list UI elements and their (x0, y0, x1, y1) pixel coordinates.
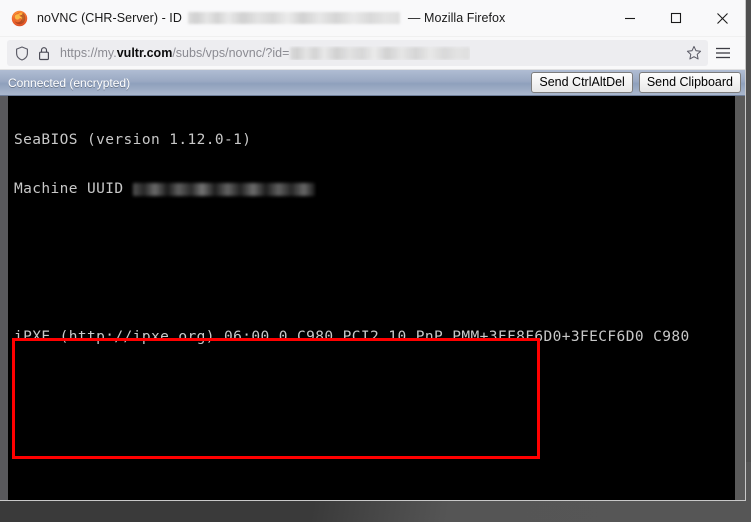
vnc-left-gutter (0, 96, 8, 500)
machine-uuid-redacted (132, 182, 315, 196)
url-scheme: https://my. (60, 46, 117, 60)
send-clipboard-button[interactable]: Send Clipboard (638, 72, 741, 93)
window-title-prefix: noVNC (CHR-Server) - ID (37, 11, 182, 25)
star-icon[interactable] (678, 45, 702, 61)
url-path: /subs/vps/novnc/?id= (172, 46, 290, 60)
url-redacted-id (290, 46, 471, 60)
novnc-toolbar: Connected (encrypted) Send CtrlAltDel Se… (0, 70, 745, 96)
window-titlebar: noVNC (CHR-Server) - ID — Mozilla Firefo… (0, 0, 745, 37)
window-title: noVNC (CHR-Server) - ID — Mozilla Firefo… (37, 11, 505, 25)
terminal-line-text: Machine UUID (14, 181, 133, 198)
window-controls (607, 0, 745, 36)
close-button[interactable] (699, 0, 745, 36)
connection-status: Connected (encrypted) (8, 75, 131, 90)
firefox-window: noVNC (CHR-Server) - ID — Mozilla Firefo… (0, 0, 745, 500)
minimize-button[interactable] (607, 0, 653, 36)
window-title-suffix: — Mozilla Firefox (407, 11, 506, 25)
url-text: https://my. vultr.com/subs/vps/novnc/?id= (60, 46, 471, 60)
shield-icon[interactable] (15, 45, 29, 61)
terminal-line: SeaBIOS (version 1.12.0-1) (14, 131, 252, 148)
url-host: vultr.com (116, 46, 173, 60)
terminal-line: Machine UUID (14, 181, 735, 197)
terminal-output: SeaBIOS (version 1.12.0-1) Machine UUID … (14, 99, 735, 500)
novnc-toolbar-buttons: Send CtrlAltDel Send Clipboard (531, 72, 741, 93)
maximize-button[interactable] (653, 0, 699, 36)
firefox-logo-icon (11, 10, 28, 27)
send-ctrlaltdel-button[interactable]: Send CtrlAltDel (531, 72, 633, 93)
browser-navigation-bar: https://my. vultr.com/subs/vps/novnc/?id= (0, 37, 745, 70)
terminal-line: iPXE (http://ipxe.org) 06:00.0 C980 PCI2… (14, 328, 690, 345)
hamburger-menu-icon[interactable] (708, 46, 738, 60)
lock-icon[interactable] (38, 46, 50, 61)
window-title-redacted-id (187, 12, 400, 24)
vnc-screen[interactable]: SeaBIOS (version 1.12.0-1) Machine UUID … (8, 96, 735, 500)
address-bar[interactable]: https://my. vultr.com/subs/vps/novnc/?id= (7, 40, 708, 66)
vnc-canvas-area[interactable]: SeaBIOS (version 1.12.0-1) Machine UUID … (0, 96, 745, 500)
